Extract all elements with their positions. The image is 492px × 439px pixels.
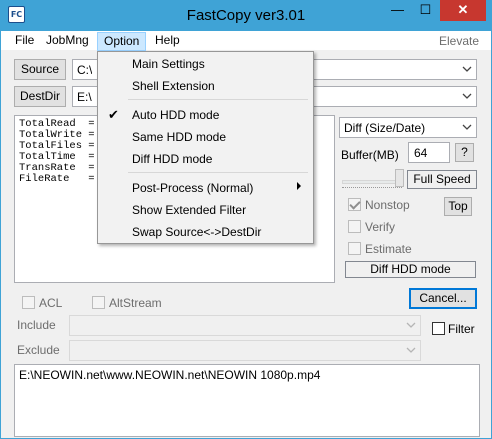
buffer-label: Buffer(MB) (341, 148, 399, 162)
menu-item-label: Auto HDD mode (132, 108, 220, 122)
title-bar[interactable]: FC FastCopy ver3.01 — ☐ ✕ (0, 0, 492, 31)
menu-diff-hdd-mode[interactable]: Diff HDD mode (98, 149, 313, 169)
speed-label: Full Speed (407, 170, 477, 189)
acl-checkbox[interactable] (22, 296, 35, 309)
nonstop-label: Nonstop (365, 198, 410, 212)
top-button[interactable]: Top (444, 197, 472, 216)
buffer-input[interactable]: 64 (408, 142, 450, 163)
source-button[interactable]: Source (14, 59, 66, 80)
menu-item-label: Same HDD mode (132, 130, 227, 144)
menu-auto-hdd-mode[interactable]: ✔ Auto HDD mode (98, 105, 313, 125)
current-file-path: E:\NEOWIN.net\www.NEOWIN.net\NEOWIN 1080… (19, 368, 321, 382)
altstream-checkbox[interactable] (92, 296, 105, 309)
nonstop-checkbox[interactable] (348, 198, 361, 211)
menu-help[interactable]: Help (149, 33, 186, 50)
chevron-down-icon (406, 322, 416, 328)
submenu-arrow-icon (297, 182, 301, 190)
filter-label: Filter (448, 322, 475, 336)
speed-slider-ticks (342, 187, 402, 190)
minimize-button[interactable]: — (384, 0, 411, 21)
menu-separator (128, 172, 308, 173)
exclude-combo[interactable] (69, 340, 421, 361)
verify-label: Verify (365, 220, 396, 234)
menu-same-hdd-mode[interactable]: Same HDD mode (98, 127, 313, 147)
menu-item-label: Shell Extension (132, 79, 215, 93)
estimate-checkbox[interactable] (348, 242, 361, 255)
menu-post-process[interactable]: Post-Process (Normal) (98, 178, 313, 198)
option-dropdown-menu: Main Settings Shell Extension ✔ Auto HDD… (97, 51, 314, 244)
estimate-label: Estimate (365, 242, 412, 256)
app-window: FC FastCopy ver3.01 — ☐ ✕ File JobMng Op… (0, 0, 492, 439)
chevron-down-icon (462, 66, 472, 72)
acl-label: ACL (39, 296, 63, 310)
destdir-path: E:\ (77, 90, 92, 104)
exclude-label: Exclude (17, 343, 60, 357)
elevate-link[interactable]: Elevate (439, 34, 479, 48)
chevron-down-icon (406, 347, 416, 353)
menu-jobmng[interactable]: JobMng (40, 33, 95, 50)
menu-item-label: Post-Process (Normal) (132, 181, 254, 195)
menu-item-label: Main Settings (132, 57, 205, 71)
status-indicator: Diff HDD mode (345, 261, 476, 278)
current-file-display[interactable]: E:\NEOWIN.net\www.NEOWIN.net\NEOWIN 1080… (14, 364, 480, 437)
destdir-button[interactable]: DestDir (14, 86, 66, 107)
copy-mode-value: Diff (Size/Date) (344, 121, 426, 135)
copy-mode-select[interactable]: Diff (Size/Date) (339, 117, 477, 138)
include-label: Include (17, 318, 56, 332)
menu-shell-extension[interactable]: Shell Extension (98, 76, 313, 96)
menu-show-extended-filter[interactable]: Show Extended Filter (98, 200, 313, 220)
close-button[interactable]: ✕ (440, 0, 486, 21)
menu-swap-source-destdir[interactable]: Swap Source<->DestDir (98, 222, 313, 242)
include-combo[interactable] (69, 315, 421, 336)
buffer-value: 64 (414, 146, 428, 160)
chevron-down-icon (462, 93, 472, 99)
verify-checkbox[interactable] (348, 220, 361, 233)
maximize-button[interactable]: ☐ (412, 0, 439, 21)
menu-option[interactable]: Option (97, 32, 147, 51)
menu-file[interactable]: File (9, 33, 40, 50)
filter-checkbox[interactable] (432, 322, 445, 335)
cancel-button[interactable]: Cancel... (409, 288, 477, 309)
menu-item-label: Show Extended Filter (132, 203, 247, 217)
speed-slider-track[interactable] (342, 180, 402, 184)
menu-item-label: Diff HDD mode (132, 152, 213, 166)
menu-item-label: Swap Source<->DestDir (132, 225, 262, 239)
menu-main-settings[interactable]: Main Settings (98, 54, 313, 74)
source-path: C:\ (77, 63, 93, 77)
help-button[interactable]: ? (455, 143, 474, 162)
menu-separator (128, 99, 308, 100)
altstream-label: AltStream (109, 296, 162, 310)
check-icon: ✔ (108, 107, 119, 122)
menu-bar: File JobMng Option Help Elevate (1, 31, 491, 51)
chevron-down-icon (462, 124, 472, 130)
speed-slider-thumb[interactable] (395, 169, 404, 187)
